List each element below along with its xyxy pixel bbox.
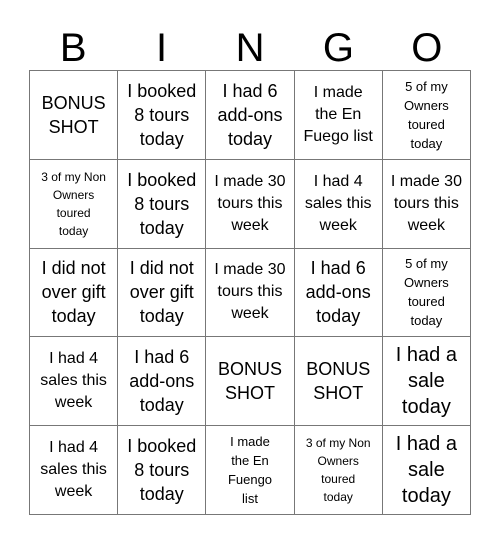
bingo-grid: BONUS SHOT I booked 8 tours today I had …: [29, 70, 471, 515]
bingo-cell-text: 5 of my Owners toured today: [403, 256, 449, 329]
bingo-cell-text: BONUS SHOT: [41, 92, 106, 137]
bingo-cell-text: I did not over gift today: [129, 258, 194, 327]
bingo-card: B I N G O BONUS SHOT I booked 8 tours to…: [0, 0, 500, 544]
bingo-cell[interactable]: I had 6 add-ons today: [206, 71, 295, 160]
bingo-cell[interactable]: I had 4 sales this week: [294, 159, 383, 249]
bingo-cell[interactable]: I had a sale today: [382, 426, 471, 515]
bingo-cell-text: I did not over gift today: [41, 258, 106, 327]
bingo-cell-text: BONUS SHOT: [306, 359, 371, 404]
bingo-cell-text: BONUS SHOT: [217, 359, 282, 404]
bingo-header-letters: B I N G O: [29, 18, 471, 70]
bingo-cell[interactable]: I made 30 tours this week: [206, 248, 295, 338]
bingo-cell[interactable]: I had 6 add-ons today: [294, 248, 383, 338]
bingo-cell[interactable]: BONUS SHOT: [294, 337, 383, 427]
bingo-cell-text: I had 6 add-ons today: [305, 258, 371, 327]
bingo-cell[interactable]: 3 of my Non Owners toured today: [30, 159, 119, 249]
bingo-cell-text: I booked 8 tours today: [127, 80, 197, 149]
bingo-cell-text: I made the En Fuengo list: [227, 434, 273, 507]
bingo-cell[interactable]: I had 4 sales this week: [30, 426, 119, 515]
bingo-cell-text: I had 4 sales this week: [40, 350, 107, 412]
bingo-cell[interactable]: I had 4 sales this week: [30, 337, 119, 427]
bingo-cell[interactable]: I made 30 tours this week: [382, 159, 471, 249]
bingo-cell[interactable]: 5 of my Owners toured today: [382, 248, 471, 338]
bingo-cell[interactable]: I made 30 tours this week: [206, 159, 295, 249]
bingo-cell[interactable]: I had a sale today: [382, 337, 471, 427]
bingo-cell-text: I had 6 add-ons today: [129, 347, 195, 416]
bingo-cell-text: I booked 8 tours today: [127, 169, 197, 238]
header-letter-n: N: [235, 26, 265, 70]
bingo-cell[interactable]: I booked 8 tours today: [118, 71, 207, 160]
header-letter-i: I: [156, 26, 168, 70]
bingo-cell[interactable]: I did not over gift today: [30, 248, 119, 338]
bingo-cell-text: I had 4 sales this week: [40, 439, 107, 501]
bingo-cell[interactable]: BONUS SHOT: [206, 337, 295, 427]
bingo-cell[interactable]: 5 of my Owners toured today: [382, 71, 471, 160]
header-letter-b: B: [59, 26, 87, 70]
bingo-cell-text: I made the En Fuego list: [303, 83, 373, 145]
bingo-cell-text: I had 6 add-ons today: [217, 80, 283, 149]
bingo-cell[interactable]: I booked 8 tours today: [118, 426, 207, 515]
header-letter-g: G: [322, 26, 354, 70]
bingo-cell-text: I had 4 sales this week: [304, 172, 372, 234]
bingo-cell-text: I made 30 tours this week: [390, 172, 462, 234]
bingo-cell[interactable]: I did not over gift today: [118, 248, 207, 338]
bingo-cell[interactable]: 3 of my Non Owners toured today: [294, 426, 383, 515]
bingo-cell-text: I had a sale today: [395, 433, 457, 508]
bingo-cell-text: I had a sale today: [395, 344, 457, 419]
bingo-cell[interactable]: I made the En Fuego list: [294, 71, 383, 160]
bingo-cell-text: 3 of my Non Owners toured today: [41, 169, 106, 238]
bingo-cell[interactable]: I booked 8 tours today: [118, 159, 207, 249]
header-letter-o: O: [411, 26, 443, 70]
bingo-cell-text: 3 of my Non Owners toured today: [305, 436, 371, 505]
bingo-cell[interactable]: BONUS SHOT: [30, 71, 119, 160]
bingo-cell[interactable]: I had 6 add-ons today: [118, 337, 207, 427]
bingo-cell-text: I made 30 tours this week: [214, 261, 286, 323]
bingo-cell[interactable]: I made the En Fuengo list: [206, 426, 295, 515]
bingo-cell-text: I made 30 tours this week: [214, 172, 286, 234]
bingo-cell-text: 5 of my Owners toured today: [403, 78, 449, 151]
bingo-cell-text: I booked 8 tours today: [127, 436, 197, 505]
